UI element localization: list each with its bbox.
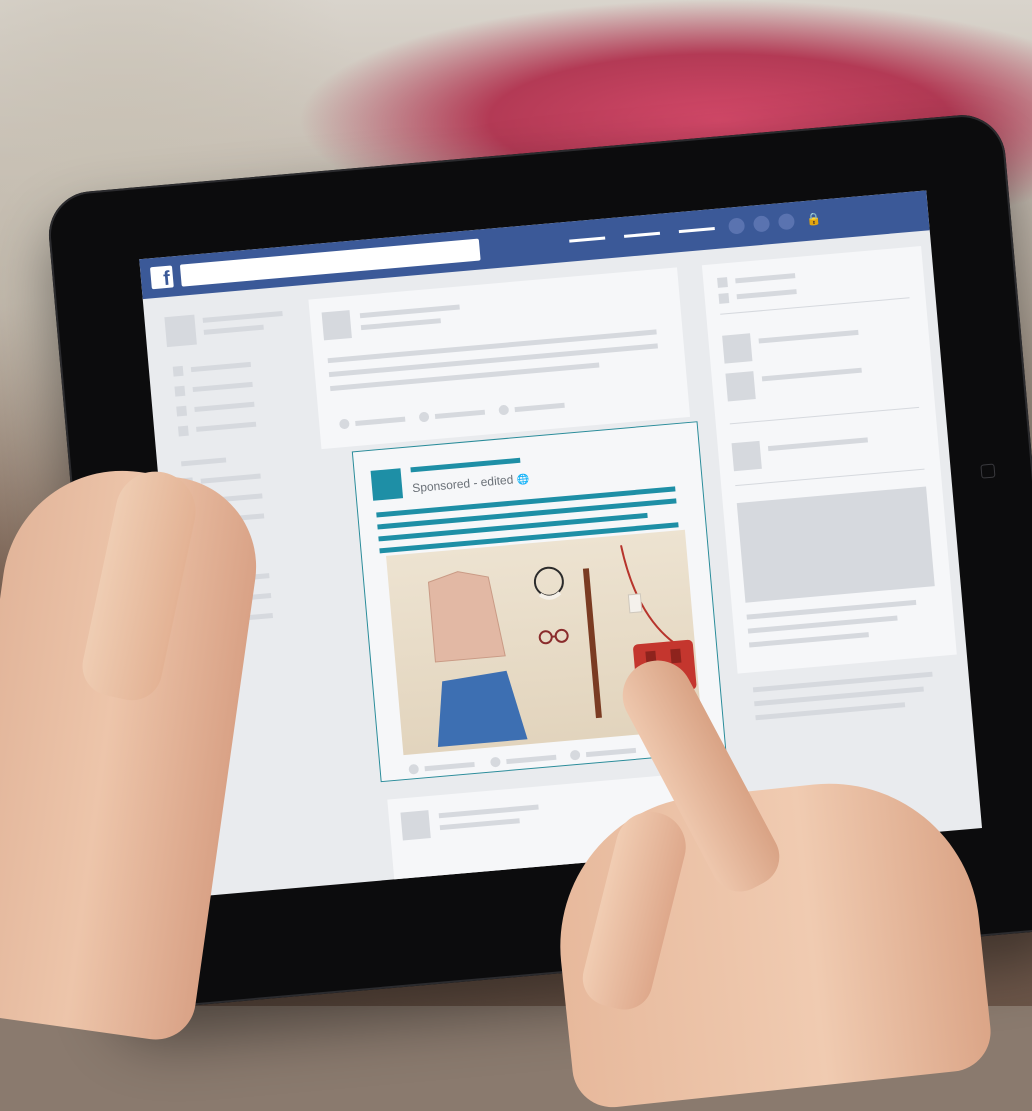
sidebar-item[interactable] — [196, 422, 256, 432]
footer-line — [755, 702, 905, 720]
suggestion-avatar[interactable] — [722, 333, 752, 363]
post-meta — [440, 818, 520, 830]
share-button[interactable] — [586, 748, 636, 757]
sidebar-icon — [717, 277, 728, 288]
like-icon[interactable] — [408, 764, 419, 775]
like-button[interactable] — [355, 417, 405, 426]
suggestion-name[interactable] — [768, 437, 868, 451]
post-text-line — [330, 363, 599, 392]
notifications-icon[interactable] — [778, 213, 795, 230]
sidebar-item — [203, 311, 283, 323]
sidebar-icon — [174, 386, 185, 397]
sidebar-icon — [176, 406, 187, 417]
share-icon[interactable] — [498, 405, 509, 416]
nav-link[interactable] — [624, 232, 660, 238]
feed-post — [308, 267, 690, 449]
post-avatar[interactable] — [400, 810, 430, 840]
blouse — [428, 568, 505, 662]
post-meta — [361, 318, 441, 330]
comment-icon[interactable] — [490, 757, 501, 768]
comment-icon[interactable] — [419, 412, 430, 423]
like-button[interactable] — [425, 762, 475, 771]
post-avatar[interactable] — [322, 310, 352, 340]
sidebar-item[interactable] — [194, 402, 254, 412]
necklace — [534, 567, 564, 597]
like-icon[interactable] — [339, 419, 350, 430]
suggestion-avatar[interactable] — [725, 371, 755, 401]
share-button[interactable] — [515, 403, 565, 412]
sidebar-item[interactable] — [201, 473, 261, 483]
lock-icon[interactable]: 🔒 — [806, 212, 821, 227]
facebook-logo[interactable]: f — [150, 265, 174, 289]
sidebar-icon — [173, 366, 184, 377]
nav-link[interactable] — [679, 227, 715, 233]
sidebar-heading — [181, 457, 226, 466]
suggestion-avatar[interactable] — [732, 441, 762, 471]
friend-requests-icon[interactable] — [728, 217, 745, 234]
right-ad-text — [749, 632, 869, 647]
messages-icon[interactable] — [753, 215, 770, 232]
advertiser-name[interactable] — [410, 458, 520, 473]
divider — [730, 407, 919, 425]
sponsored-label: Sponsored - edited — [412, 472, 514, 495]
home-button[interactable] — [980, 463, 995, 478]
divider — [720, 297, 909, 315]
comment-button[interactable] — [435, 410, 485, 419]
glasses — [539, 629, 568, 643]
post-author[interactable] — [439, 805, 539, 819]
suggestion-name[interactable] — [762, 368, 862, 382]
sponsored-label-row: Sponsored - edited 🌐 — [412, 471, 530, 495]
nav-link[interactable] — [569, 237, 605, 243]
share-icon[interactable] — [570, 750, 581, 761]
bag-buckle — [670, 649, 681, 664]
sidebar-icon — [718, 293, 729, 304]
suggestion-name[interactable] — [759, 330, 859, 344]
right-ad-text — [748, 616, 898, 634]
brown-belt — [583, 568, 602, 718]
profile-avatar[interactable] — [164, 315, 197, 348]
sidebar-item[interactable] — [191, 362, 251, 372]
comment-button[interactable] — [506, 755, 556, 764]
sidebar-item[interactable] — [193, 382, 253, 392]
sidebar-item — [204, 325, 264, 335]
advertiser-avatar[interactable] — [371, 468, 404, 501]
globe-icon: 🌐 — [516, 474, 529, 486]
search-input[interactable] — [180, 239, 481, 287]
post-author[interactable] — [360, 305, 460, 319]
sidebar-icon — [178, 426, 189, 437]
divider — [735, 469, 924, 487]
right-sidebar-item[interactable] — [737, 289, 797, 299]
blue-skirt — [432, 669, 528, 747]
right-sidebar-item[interactable] — [735, 273, 795, 283]
right-ad-image[interactable] — [737, 487, 935, 603]
right-sidebar — [702, 246, 957, 674]
coffee-cup — [628, 594, 642, 613]
